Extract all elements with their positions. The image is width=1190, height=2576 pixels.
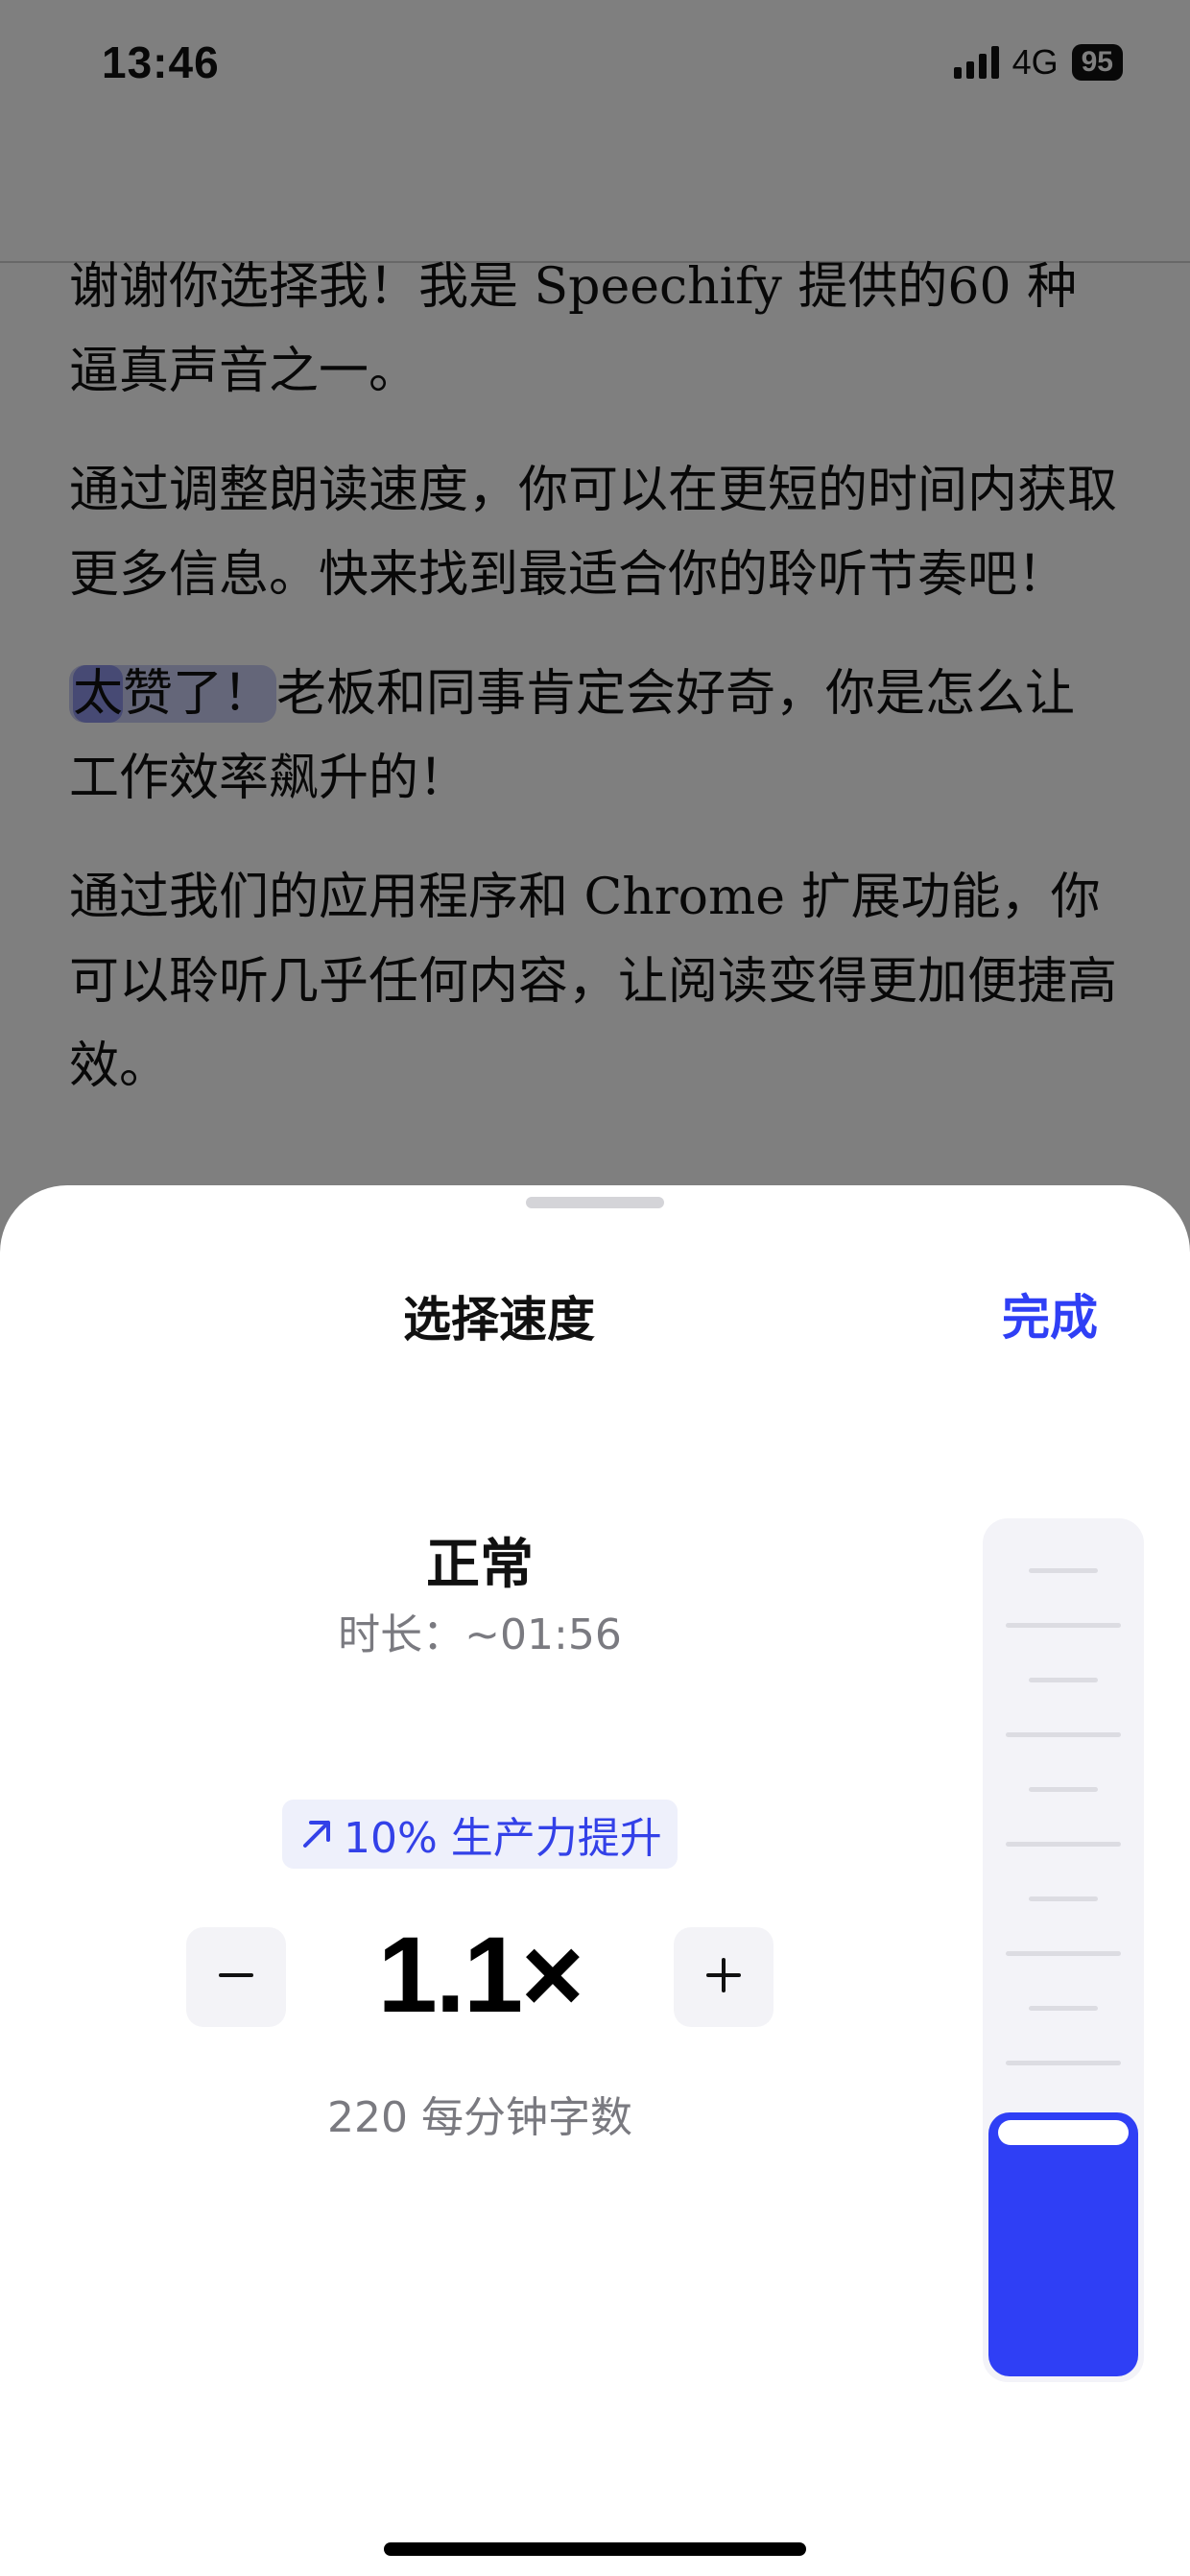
slider-tick — [1006, 1732, 1121, 1737]
productivity-badge: 10% 生产力提升 — [282, 1800, 678, 1869]
speed-slider[interactable] — [983, 1518, 1144, 2382]
slider-fill — [988, 2112, 1138, 2376]
minus-icon — [217, 1956, 255, 1998]
done-button[interactable]: 完成 — [1002, 1279, 1098, 1348]
home-indicator — [384, 2542, 806, 2556]
speed-value: 1.1× — [377, 1915, 583, 2035]
slider-tick — [1029, 1787, 1098, 1792]
arrow-up-right-icon — [298, 1815, 336, 1853]
speed-sheet: 选择速度 完成 正常 时长：~01:56 10% 生产力提升 1.1× 220 … — [0, 1185, 1190, 2576]
sheet-title: 选择速度 — [403, 1292, 595, 1348]
decrease-speed-button[interactable] — [186, 1927, 286, 2027]
slider-tick — [1029, 1896, 1098, 1901]
slider-handle[interactable] — [998, 2120, 1129, 2145]
slider-tick — [1006, 1951, 1121, 1956]
slider-tick — [1029, 2006, 1098, 2011]
plus-icon — [704, 1956, 743, 1998]
slider-tick — [1029, 1568, 1098, 1573]
slider-tick — [1029, 1678, 1098, 1682]
duration-label: 时长：~01:56 — [338, 1610, 622, 1659]
words-per-minute: 220 每分钟字数 — [327, 2093, 632, 2142]
sheet-grabber[interactable] — [526, 1197, 664, 1208]
slider-tick — [1006, 2061, 1121, 2065]
slider-tick — [1006, 1623, 1121, 1628]
slider-tick — [1006, 1842, 1121, 1847]
speed-name: 正常 — [426, 1534, 534, 1596]
increase-speed-button[interactable] — [674, 1927, 774, 2027]
productivity-label: 10% 生产力提升 — [344, 1814, 662, 1863]
